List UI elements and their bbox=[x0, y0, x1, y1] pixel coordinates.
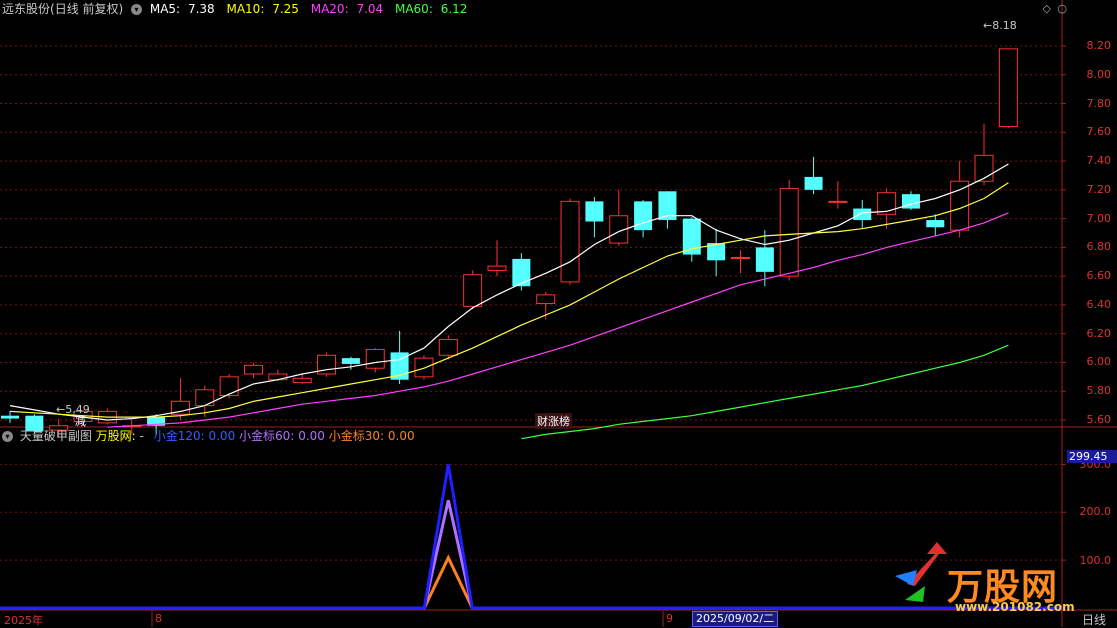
candle bbox=[658, 191, 677, 229]
ma60-line bbox=[521, 344, 1009, 440]
candle bbox=[560, 198, 580, 285]
candle bbox=[901, 191, 920, 210]
ma10-label: MA10: 7.25 bbox=[226, 2, 299, 16]
candle bbox=[585, 197, 604, 238]
sub-site: 万股网: bbox=[95, 429, 136, 443]
candle bbox=[828, 181, 848, 209]
brand-logo: 万股网 www.201082.com bbox=[895, 540, 1095, 620]
candle bbox=[170, 378, 190, 420]
ind-60: 小金标60: 0.00 bbox=[239, 429, 325, 443]
candle bbox=[414, 355, 434, 380]
price-tick-label: 7.60 bbox=[1086, 125, 1112, 139]
sub-current-value: 299.45 bbox=[1067, 450, 1117, 463]
high-price-label: ←8.18 bbox=[983, 19, 1017, 32]
reduce-tag[interactable]: 减 bbox=[75, 413, 86, 429]
candle bbox=[244, 362, 263, 379]
candle bbox=[707, 228, 726, 277]
price-tick-label: 7.40 bbox=[1086, 154, 1112, 168]
dropdown-icon[interactable]: ▾ bbox=[131, 4, 143, 15]
sub-axis-200: 200.0 bbox=[1079, 505, 1112, 518]
ma5-line bbox=[9, 163, 1009, 421]
price-tick-label: 7.00 bbox=[1086, 211, 1112, 225]
diamond-icon[interactable]: ◇ bbox=[1043, 2, 1051, 15]
sub-title[interactable]: 天量破甲副图 bbox=[20, 429, 92, 443]
candle bbox=[804, 156, 823, 195]
candle bbox=[634, 199, 653, 238]
candle bbox=[682, 217, 701, 262]
ma20-line bbox=[107, 212, 1009, 428]
price-tick-label: 7.20 bbox=[1086, 182, 1112, 196]
ind-120: 小金120: 0.00 bbox=[153, 429, 236, 443]
candle bbox=[487, 240, 507, 277]
candle bbox=[998, 48, 1018, 128]
candle bbox=[731, 250, 750, 274]
kline-chart[interactable] bbox=[0, 0, 1117, 627]
candle bbox=[512, 253, 531, 291]
price-tick-label: 6.80 bbox=[1086, 240, 1112, 254]
candle bbox=[853, 199, 872, 229]
chart-header: 远东股份(日线 前复权) ▾ MA5: 7.38 MA10: 7.25 MA20… bbox=[2, 1, 475, 17]
x-label-aug: 8 bbox=[155, 612, 162, 625]
price-tick-label: 5.60 bbox=[1086, 413, 1112, 426]
ma20-label: MA20: 7.04 bbox=[310, 2, 384, 16]
price-tick-label: 6.20 bbox=[1086, 326, 1112, 340]
ma60-label: MA60: 6.12 bbox=[394, 2, 468, 16]
candle bbox=[926, 214, 945, 236]
stock-name[interactable]: 远东股份 bbox=[2, 2, 50, 16]
brand-url: www.201082.com bbox=[955, 600, 1075, 614]
price-tick-label: 5.80 bbox=[1086, 384, 1112, 398]
x-label-sep: 9 bbox=[666, 612, 673, 625]
candle bbox=[365, 348, 385, 373]
chart-mode: (日线 前复权) bbox=[50, 2, 124, 16]
candle bbox=[317, 352, 337, 377]
sub-panel-header: ▾ 天量破甲副图 万股网: - 小金120: 0.00 小金标60: 0.00 … bbox=[2, 428, 415, 444]
candle bbox=[974, 123, 994, 186]
caizhangbang-tag[interactable]: 财涨榜 bbox=[535, 413, 572, 429]
sub-dropdown-icon[interactable]: ▾ bbox=[2, 431, 13, 442]
price-tick-label: 7.80 bbox=[1086, 96, 1112, 110]
price-tick-label: 8.20 bbox=[1086, 39, 1112, 52]
ind-30: 小金标30: 0.00 bbox=[328, 429, 415, 443]
x-label-year: 2025年 bbox=[4, 614, 43, 627]
candle bbox=[950, 161, 970, 238]
ma5-label: MA5: 7.38 bbox=[149, 2, 215, 16]
candle bbox=[609, 189, 629, 246]
price-tick-label: 6.40 bbox=[1086, 297, 1112, 311]
price-tick-label: 6.60 bbox=[1086, 269, 1112, 283]
candle bbox=[1, 411, 19, 423]
candle bbox=[877, 188, 897, 229]
candle bbox=[463, 270, 483, 310]
settings-circle-icon[interactable]: ○ bbox=[1057, 2, 1067, 15]
candle bbox=[779, 179, 799, 281]
price-tick-label: 8.00 bbox=[1086, 67, 1112, 81]
price-tick-label: 6.00 bbox=[1086, 355, 1112, 369]
cursor-date-label: 2025/09/02/二 bbox=[692, 611, 779, 627]
